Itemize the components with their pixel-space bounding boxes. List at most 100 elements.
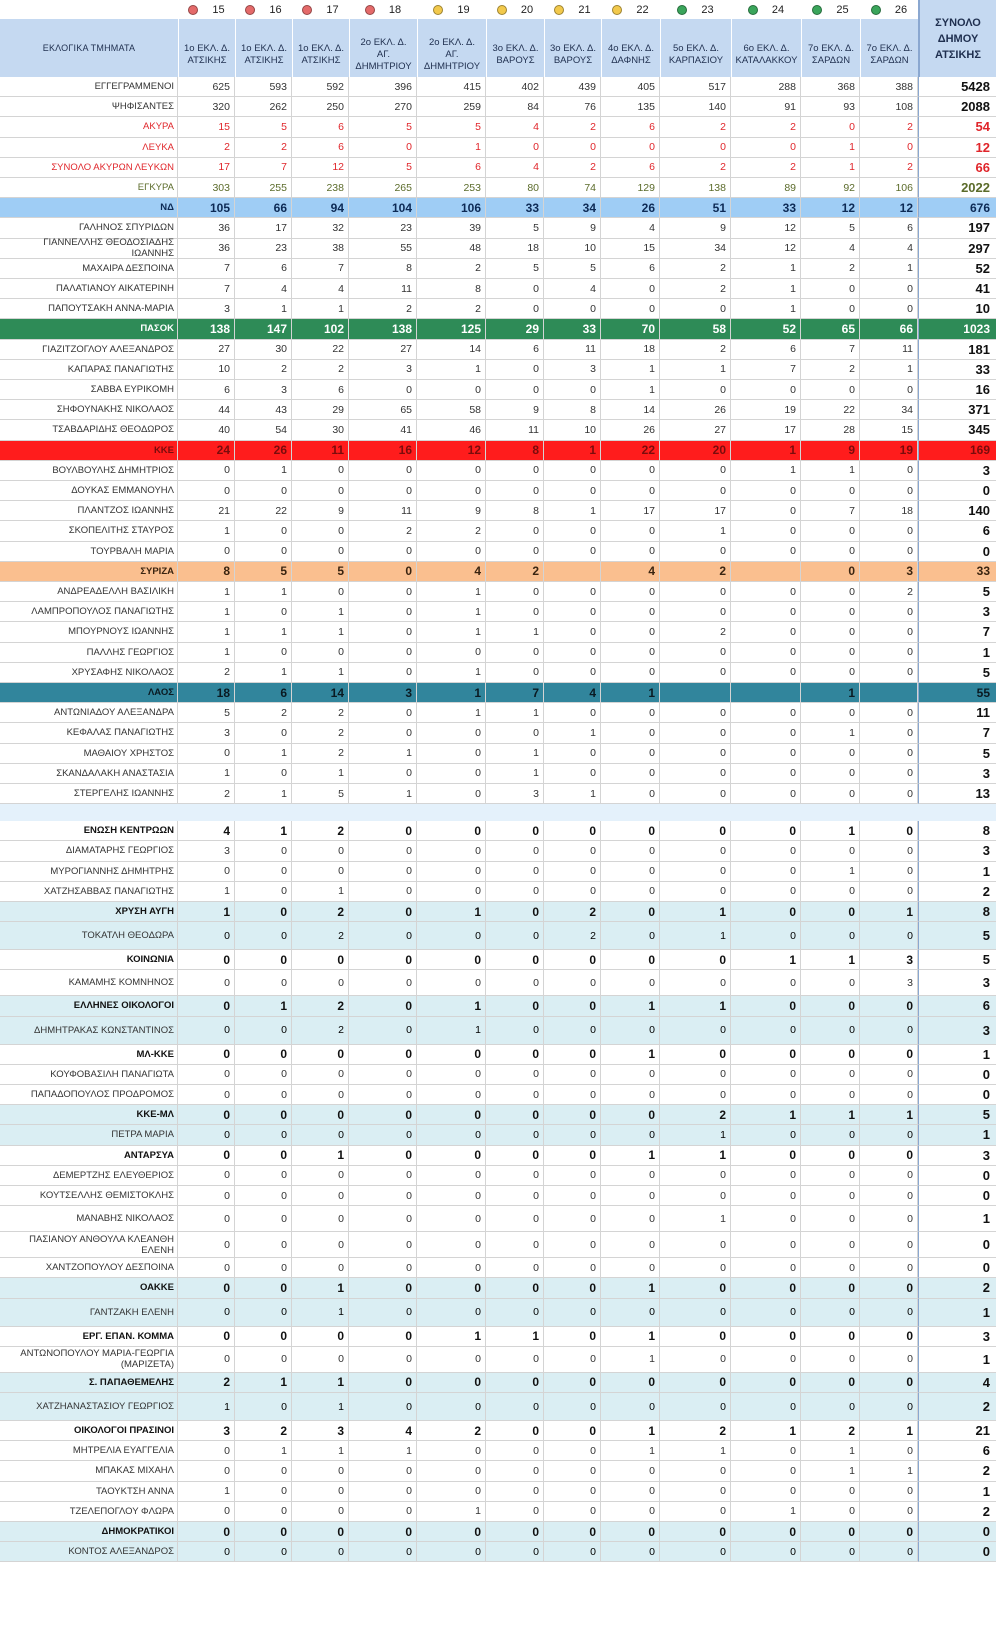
row-total[interactable]: 6	[918, 1441, 996, 1462]
row-label[interactable]: ΚΚΕ-ΜΛ	[0, 1105, 178, 1126]
table-cell[interactable]: 2	[178, 137, 235, 158]
row-total[interactable]: 3	[918, 460, 996, 481]
table-cell[interactable]: 0	[349, 841, 417, 862]
table-cell[interactable]: 0	[235, 1206, 292, 1233]
table-cell[interactable]: 0	[486, 1125, 544, 1146]
table-cell[interactable]: 1	[235, 996, 292, 1017]
table-cell[interactable]: 0	[235, 1542, 292, 1563]
table-cell[interactable]: 0	[235, 521, 292, 542]
table-cell[interactable]: 0	[860, 861, 918, 882]
table-cell[interactable]: 0	[486, 861, 544, 882]
table-cell[interactable]: 0	[544, 1441, 601, 1462]
row-label[interactable]: ΜΠΟΥΡΝΟΥΣ ΙΩΑΝΝΗΣ	[0, 622, 178, 643]
table-cell[interactable]: 0	[660, 460, 731, 481]
row-label[interactable]: ΨΗΦΙΣΑΝΤΕΣ	[0, 97, 178, 118]
table-cell[interactable]: 0	[235, 1145, 292, 1166]
table-cell[interactable]: 9	[660, 218, 731, 239]
table-cell[interactable]: 2	[235, 1421, 292, 1442]
table-cell[interactable]: 4	[860, 238, 918, 259]
table-cell[interactable]: 2	[292, 723, 349, 744]
table-cell[interactable]: 0	[860, 1064, 918, 1085]
table-cell[interactable]: 30	[292, 420, 349, 441]
table-cell[interactable]: 0	[801, 1522, 860, 1543]
table-cell[interactable]: 0	[417, 861, 486, 882]
table-cell[interactable]: 0	[486, 541, 544, 562]
table-cell[interactable]: 55	[349, 238, 417, 259]
table-cell[interactable]: 0	[349, 1461, 417, 1482]
table-cell[interactable]: 0	[235, 1501, 292, 1522]
table-cell[interactable]: 106	[860, 178, 918, 199]
table-cell[interactable]: 0	[349, 622, 417, 643]
table-cell[interactable]: 0	[544, 1346, 601, 1373]
table-cell[interactable]: 0	[486, 1016, 544, 1045]
table-cell[interactable]: 0	[178, 481, 235, 502]
table-cell[interactable]: 1	[292, 622, 349, 643]
table-cell[interactable]: 1	[349, 784, 417, 805]
table-cell[interactable]: 2	[544, 117, 601, 138]
row-label[interactable]: ΚΑΜΑΜΗΣ ΚΟΜΝΗΝΟΣ	[0, 970, 178, 997]
row-total[interactable]: 5428	[918, 77, 996, 98]
table-cell[interactable]: 0	[349, 703, 417, 724]
table-cell[interactable]: 33	[486, 198, 544, 219]
table-cell[interactable]: 1	[731, 460, 801, 481]
table-cell[interactable]	[860, 683, 918, 704]
table-cell[interactable]: 0	[801, 541, 860, 562]
row-label[interactable]: ΜΗΤΡΕΛΙΑ ΕΥΑΓΓΕΛΙΑ	[0, 1441, 178, 1462]
row-label[interactable]: ΧΑΤΖΗΑΝΑΣΤΑΣΙΟΥ ΓΕΩΡΓΙΟΣ	[0, 1393, 178, 1421]
table-cell[interactable]: 1	[860, 1461, 918, 1482]
table-cell[interactable]: 0	[731, 763, 801, 784]
table-cell[interactable]: 84	[486, 97, 544, 118]
table-cell[interactable]: 4	[544, 683, 601, 704]
table-cell[interactable]: 0	[292, 642, 349, 663]
table-cell[interactable]: 0	[731, 622, 801, 643]
table-cell[interactable]: 0	[731, 881, 801, 902]
table-cell[interactable]: 0	[601, 970, 660, 997]
table-cell[interactable]: 0	[660, 970, 731, 997]
table-cell[interactable]: 14	[601, 400, 660, 421]
table-cell[interactable]: 0	[544, 703, 601, 724]
table-cell[interactable]: 0	[731, 784, 801, 805]
table-cell[interactable]: 7	[801, 501, 860, 522]
table-cell[interactable]: 0	[731, 1393, 801, 1421]
table-cell[interactable]: 0	[486, 1542, 544, 1563]
table-cell[interactable]: 2	[178, 1372, 235, 1393]
table-cell[interactable]: 5	[292, 784, 349, 805]
row-total[interactable]: 41	[918, 279, 996, 300]
table-cell[interactable]: 592	[292, 77, 349, 98]
table-cell[interactable]: 0	[486, 1298, 544, 1327]
table-cell[interactable]: 38	[292, 238, 349, 259]
table-cell[interactable]: 1	[801, 1461, 860, 1482]
table-cell[interactable]: 0	[601, 1232, 660, 1259]
table-cell[interactable]: 0	[601, 460, 660, 481]
table-cell[interactable]: 0	[235, 1186, 292, 1207]
table-cell[interactable]: 0	[731, 996, 801, 1017]
table-cell[interactable]: 1	[235, 1441, 292, 1462]
table-cell[interactable]: 34	[860, 400, 918, 421]
table-cell[interactable]: 0	[292, 970, 349, 997]
station-name-header[interactable]: 1ο ΕΚΛ. Δ. ΑΤΣΙΚΗΣ	[292, 19, 349, 77]
table-cell[interactable]: 3	[349, 359, 417, 380]
table-cell[interactable]: 11	[486, 420, 544, 441]
row-label[interactable]: ΜΑΝΑΒΗΣ ΝΙΚΟΛΑΟΣ	[0, 1206, 178, 1233]
table-cell[interactable]: 19	[860, 440, 918, 461]
table-cell[interactable]: 0	[349, 1326, 417, 1347]
row-total[interactable]: 13	[918, 784, 996, 805]
table-cell[interactable]: 1	[178, 881, 235, 902]
table-cell[interactable]: 0	[178, 1501, 235, 1522]
table-cell[interactable]: 0	[731, 662, 801, 683]
row-total[interactable]: 0	[918, 541, 996, 562]
table-cell[interactable]: 0	[349, 861, 417, 882]
table-cell[interactable]: 0	[178, 1044, 235, 1065]
table-cell[interactable]: 0	[178, 861, 235, 882]
table-cell[interactable]: 0	[292, 1522, 349, 1543]
table-cell[interactable]: 2	[178, 662, 235, 683]
table-cell[interactable]: 3	[860, 970, 918, 997]
table-cell[interactable]: 3	[235, 380, 292, 401]
row-label[interactable]: ΠΑΠΟΥΤΣΑΚΗ ΑΝΝΑ-ΜΑΡΙΑ	[0, 299, 178, 320]
table-cell[interactable]: 0	[601, 299, 660, 320]
table-cell[interactable]: 0	[660, 582, 731, 603]
table-cell[interactable]: 12	[292, 157, 349, 178]
table-cell[interactable]: 0	[801, 743, 860, 764]
table-cell[interactable]: 129	[601, 178, 660, 199]
table-cell[interactable]: 0	[731, 1461, 801, 1482]
